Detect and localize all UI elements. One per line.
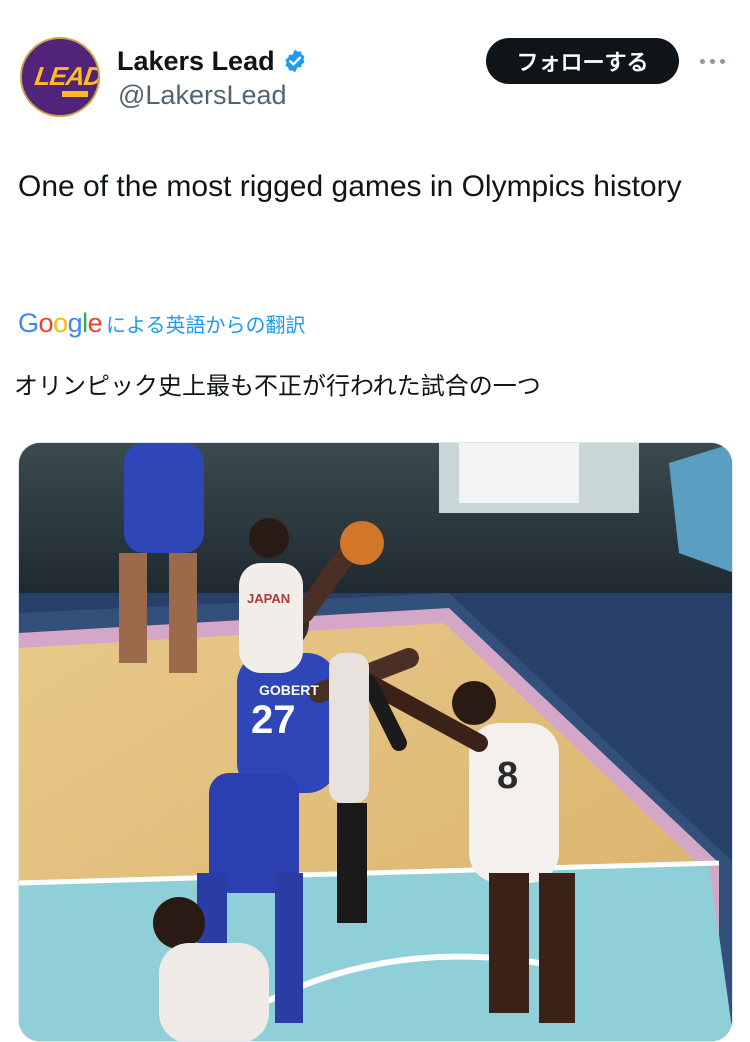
- more-dot: [710, 58, 715, 64]
- avatar[interactable]: LEAD: [20, 37, 100, 117]
- jersey-name: GOBERT: [259, 682, 319, 698]
- jersey-number-8: 8: [497, 755, 518, 797]
- basketball-photo: 27 GOBERT 8 JAPAN: [19, 443, 732, 1041]
- google-logo: Google: [18, 307, 103, 338]
- tweet-header: LEAD Lakers Lead @LakersLead フォローする: [0, 0, 750, 130]
- avatar-logo-text: LEAD: [32, 61, 100, 91]
- avatar-logo-bar: [62, 91, 88, 97]
- more-dot: [720, 58, 725, 64]
- translation-link[interactable]: による英語からの翻訳: [106, 309, 305, 338]
- tweet-photo[interactable]: 27 GOBERT 8 JAPAN: [18, 442, 733, 1042]
- verified-badge-icon: [285, 49, 305, 73]
- author-name-row[interactable]: Lakers Lead: [117, 44, 308, 78]
- translated-text: オリンピック史上最も不正が行われた試合の一つ: [14, 372, 541, 400]
- author-name[interactable]: Lakers Lead: [117, 46, 275, 77]
- jersey-team-text: JAPAN: [247, 591, 290, 606]
- more-dot: [700, 58, 705, 64]
- more-horizontal-icon[interactable]: [700, 52, 728, 70]
- translation-attribution[interactable]: Google による英語からの翻訳: [18, 306, 306, 340]
- jersey-number-27: 27: [251, 698, 296, 742]
- tweet-text: One of the most rigged games in Olympics…: [18, 170, 682, 203]
- follow-button[interactable]: フォローする: [486, 38, 679, 84]
- author-handle[interactable]: @LakersLead: [118, 80, 287, 111]
